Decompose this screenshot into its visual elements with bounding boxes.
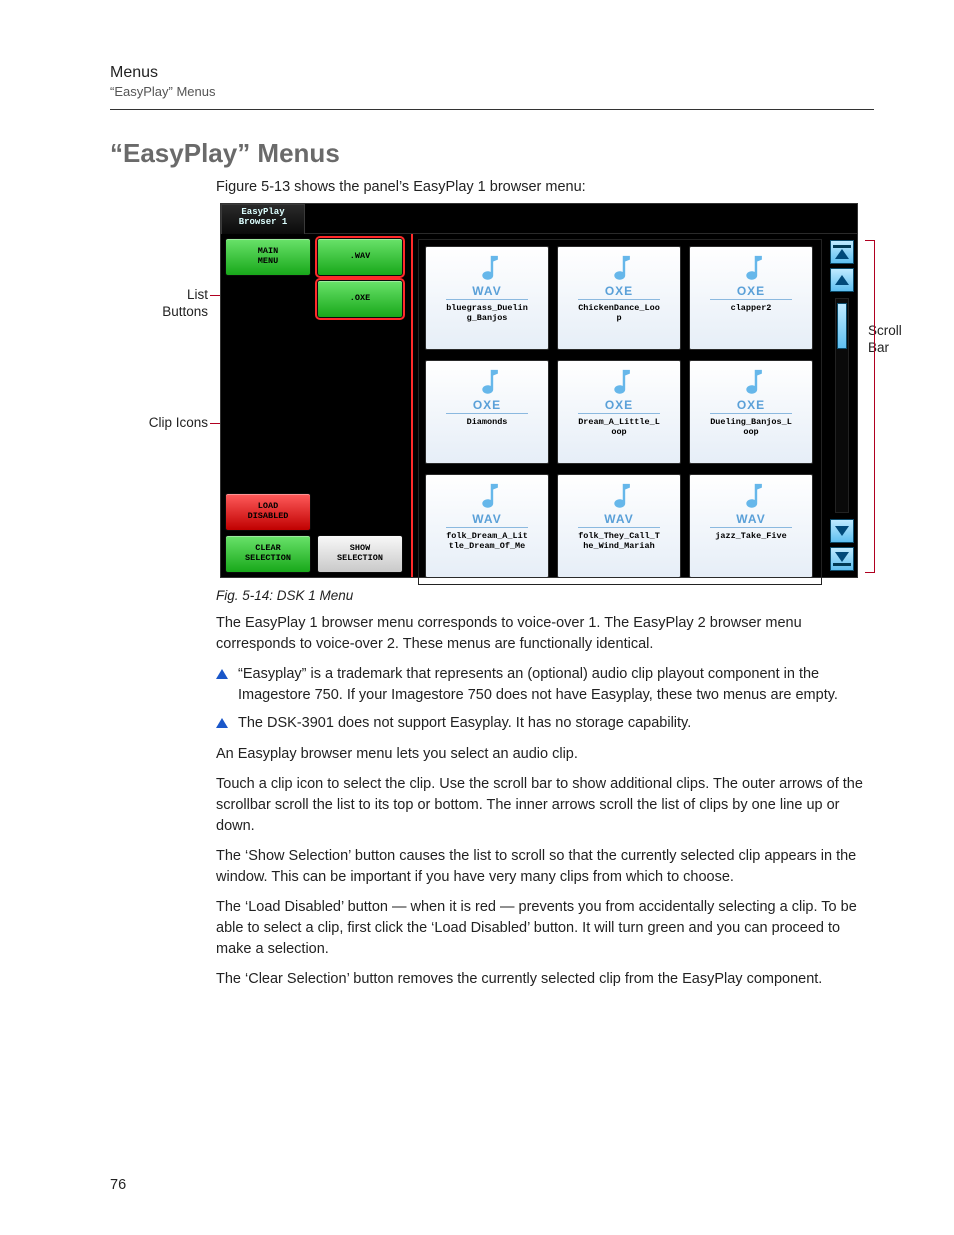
clip-filename: ChickenDance_Loo p (578, 304, 660, 324)
load-disabled-button[interactable]: LOAD DISABLED (225, 493, 311, 531)
callout-list-buttons: List Buttons (128, 287, 208, 321)
body-paragraph: The EasyPlay 1 browser menu corresponds … (216, 613, 870, 654)
clip-type-label: OXE (473, 399, 501, 411)
main-menu-button[interactable]: MAIN MENU (225, 238, 311, 276)
divider (710, 527, 793, 528)
music-note-icon (604, 481, 634, 511)
callout-scroll-bar: Scroll Bar (868, 323, 928, 357)
music-note-icon (472, 253, 502, 283)
music-note-icon (736, 253, 766, 283)
running-head-sub: “EasyPlay” Menus (110, 84, 874, 99)
clip-icon[interactable]: WAV bluegrass_Duelin g_Banjos (425, 246, 549, 350)
clip-icon[interactable]: WAV jazz_Take_Five (689, 474, 813, 578)
clip-icon[interactable]: OXE clapper2 (689, 246, 813, 350)
body-paragraph: An Easyplay browser menu lets you select… (216, 744, 870, 765)
body-paragraph: The ‘Show Selection’ button causes the l… (216, 846, 870, 887)
clip-filename: Diamonds (467, 418, 508, 428)
music-note-icon (472, 481, 502, 511)
scroll-bar (827, 234, 857, 577)
page-number: 76 (110, 1177, 126, 1193)
clip-type-label: WAV (604, 513, 633, 525)
clip-type-label: WAV (472, 513, 501, 525)
oxe-filter-button[interactable]: .OXE (317, 280, 403, 318)
body-paragraph: Touch a clip icon to select the clip. Us… (216, 774, 870, 836)
header-rule (110, 109, 874, 110)
music-note-icon (604, 367, 634, 397)
divider (710, 299, 793, 300)
clip-filename: jazz_Take_Five (715, 532, 786, 542)
bullet-text: The DSK-3901 does not support Easyplay. … (238, 713, 691, 734)
clip-filename: bluegrass_Duelin g_Banjos (446, 304, 528, 324)
clip-icon[interactable]: OXE Dream_A_Little_L oop (557, 360, 681, 464)
clip-filename: Dueling_Banjos_L oop (710, 418, 792, 438)
divider (446, 413, 529, 414)
tab-strip (305, 204, 857, 234)
scroll-down-button[interactable] (830, 519, 854, 543)
clip-filename: folk_They_Call_T he_Wind_Mariah (578, 532, 660, 552)
clip-icon[interactable]: OXE Diamonds (425, 360, 549, 464)
music-note-icon (736, 481, 766, 511)
clip-type-label: WAV (472, 285, 501, 297)
bullet-icon (216, 669, 228, 679)
clip-type-label: OXE (605, 285, 633, 297)
clip-icon[interactable]: WAV folk_Dream_A_Lit tle_Dream_Of_Me (425, 474, 549, 578)
panel-tab[interactable]: EasyPlay Browser 1 (221, 204, 305, 234)
clip-grid: WAV bluegrass_Duelin g_Banjos OXE ChickenDa… (419, 240, 821, 584)
music-note-icon (472, 367, 502, 397)
clip-type-label: OXE (737, 399, 765, 411)
easyplay-panel: EasyPlay Browser 1 MAIN MENU .WAV .OXE L… (220, 203, 858, 578)
list-buttons-col: MAIN MENU .WAV .OXE LOAD DISABLED CLEAR … (221, 234, 411, 577)
clip-type-label: OXE (605, 399, 633, 411)
scroll-track[interactable] (835, 298, 849, 513)
body-paragraph: The ‘Load Disabled’ button — when it is … (216, 897, 870, 959)
scroll-top-button[interactable] (830, 240, 854, 264)
running-head-section: Menus (110, 64, 874, 82)
clip-icon[interactable]: WAV folk_They_Call_T he_Wind_Mariah (557, 474, 681, 578)
divider (578, 527, 661, 528)
divider (578, 413, 661, 414)
scroll-up-button[interactable] (830, 268, 854, 292)
clip-type-label: OXE (737, 285, 765, 297)
divider (710, 413, 793, 414)
music-note-icon (736, 367, 766, 397)
divider (446, 527, 529, 528)
bullet-icon (216, 718, 228, 728)
divider (578, 299, 661, 300)
clip-filename: folk_Dream_A_Lit tle_Dream_Of_Me (446, 532, 528, 552)
music-note-icon (604, 253, 634, 283)
show-selection-button[interactable]: SHOW SELECTION (317, 535, 403, 573)
bullet-text: “Easyplay” is a trademark that represent… (238, 664, 870, 705)
body-paragraph: The ‘Clear Selection’ button removes the… (216, 969, 870, 990)
scrollbar-bracket (865, 240, 875, 573)
clip-icon[interactable]: OXE Dueling_Banjos_L oop (689, 360, 813, 464)
page-title: “EasyPlay” Menus (110, 138, 874, 169)
clear-selection-button[interactable]: CLEAR SELECTION (225, 535, 311, 573)
figure-caption: Fig. 5-14: DSK 1 Menu (216, 588, 874, 603)
wav-filter-button[interactable]: .WAV (317, 238, 403, 276)
clip-type-label: WAV (736, 513, 765, 525)
clip-filename: Dream_A_Little_L oop (578, 418, 660, 438)
scroll-bottom-button[interactable] (830, 547, 854, 571)
scroll-thumb[interactable] (837, 303, 847, 349)
figure-intro-text: Figure 5-13 shows the panel’s EasyPlay 1… (216, 179, 874, 195)
callout-clip-icons: Clip Icons (128, 415, 208, 432)
clip-icon[interactable]: OXE ChickenDance_Loo p (557, 246, 681, 350)
clip-filename: clapper2 (731, 304, 772, 314)
divider (446, 299, 529, 300)
